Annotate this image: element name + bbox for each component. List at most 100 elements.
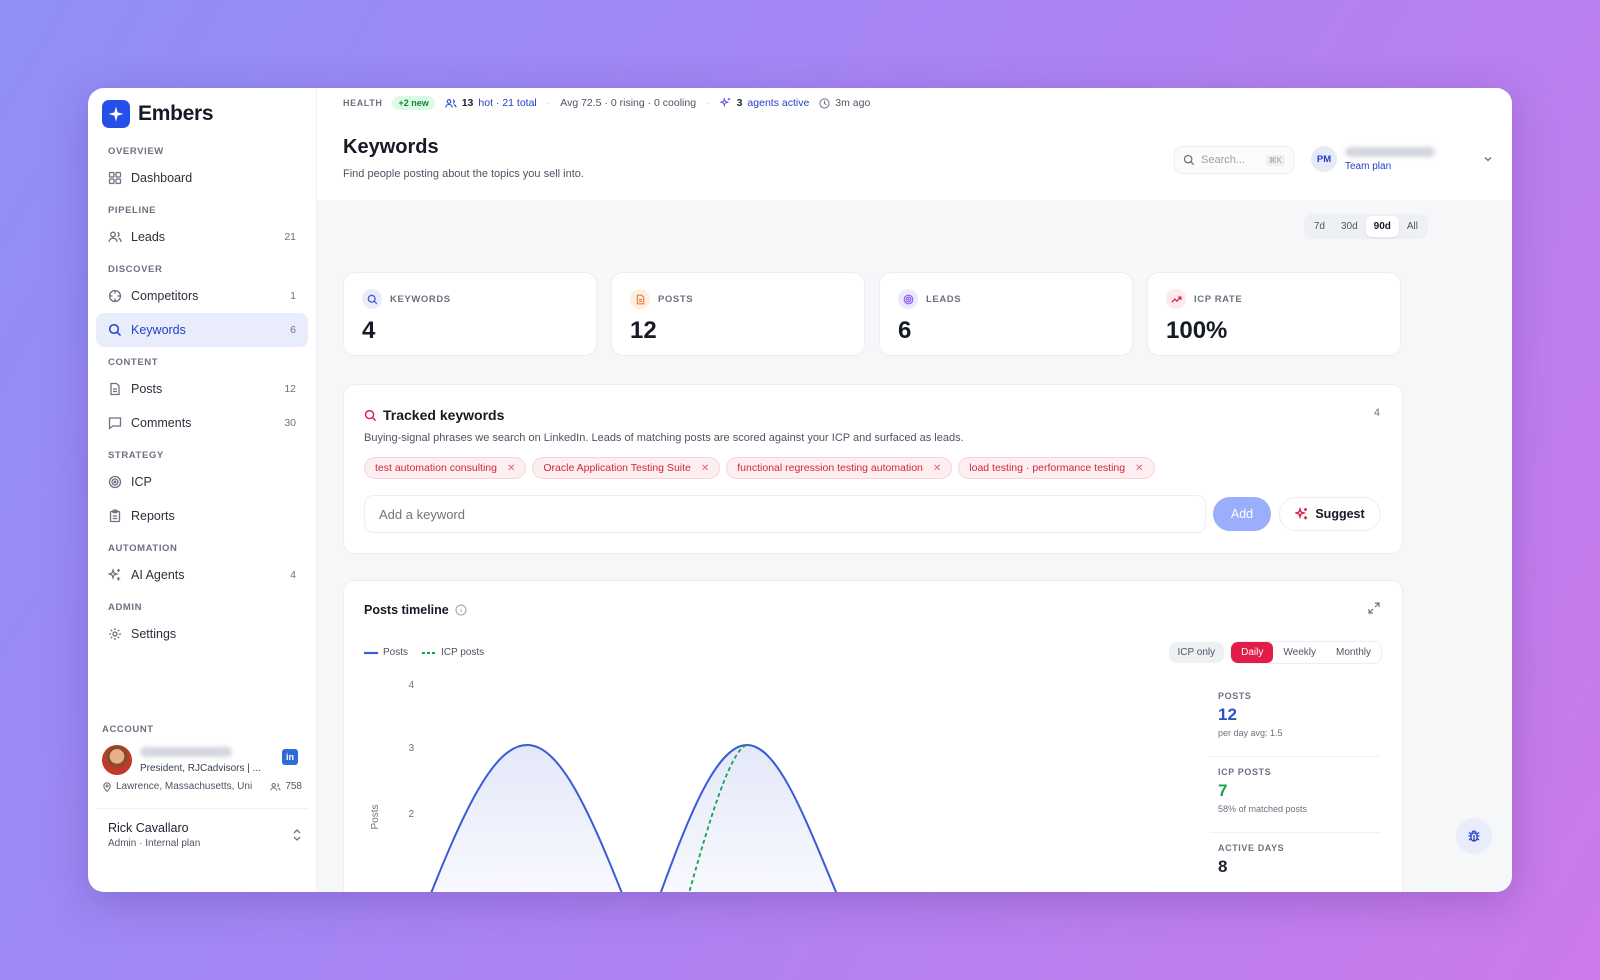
linked-profile[interactable]: President, RJCadvisors | ... in [96,735,308,775]
user-menu[interactable]: PM Team plan [1311,146,1493,172]
keyword-tag[interactable]: Oracle Application Testing Suite ✕ [532,457,721,479]
search-placeholder: Search... [1201,154,1246,166]
sparkles-icon [108,568,122,582]
section-overview: OVERVIEW [108,146,164,157]
user-switcher[interactable]: Rick Cavallaro Admin · Internal plan [96,808,308,849]
agents-text: agents active [747,97,810,109]
keyword-tag[interactable]: load testing · performance testing ✕ [958,457,1155,479]
chart-legend: Posts ICP posts [364,647,484,658]
brand-name: Embers [138,102,214,125]
legend-posts[interactable]: Posts [364,647,408,658]
sidebar-item-label: Competitors [131,289,199,303]
close-icon[interactable]: ✕ [507,463,515,474]
posts-area [431,745,622,892]
mode-monthly[interactable]: Monthly [1326,642,1381,663]
sidebar-item-count: 12 [284,383,296,395]
posts-timeline-card: Posts timeline Posts ICP posts ICP only … [343,580,1403,892]
range-option[interactable]: 7d [1306,216,1333,237]
sidebar-item-label: AI Agents [131,568,185,582]
close-icon[interactable]: ✕ [1135,463,1143,474]
suggest-button[interactable]: Suggest [1279,497,1381,531]
card-title: Posts timeline [364,603,467,617]
keyword-tag[interactable]: test automation consulting ✕ [364,457,527,479]
file-icon [108,382,122,396]
gear-icon [108,627,122,641]
keyword-tag[interactable]: functional regression testing automation… [726,457,953,479]
card-description: Buying-signal phrases we search on Linke… [364,432,964,444]
section-admin: ADMIN [108,602,143,613]
linkedin-icon[interactable]: in [282,749,298,765]
page-title: Keywords [343,136,439,158]
range-option[interactable]: All [1399,216,1426,237]
legend-icp-posts[interactable]: ICP posts [422,647,484,658]
stat-card-keywords: KEYWORDS 4 [343,272,597,356]
sidebar-item-keywords[interactable]: Keywords 6 [96,313,308,347]
mode-daily[interactable]: Daily [1231,642,1274,663]
stat-label: KEYWORDS [390,293,451,305]
keyword-count: 4 [1373,407,1380,419]
keyword-tag-label: functional regression testing automation [737,462,923,474]
range-option-selected[interactable]: 90d [1365,216,1399,237]
sidebar-item-dashboard[interactable]: Dashboard [96,161,308,195]
sidebar-item-comments[interactable]: Comments 30 [96,406,308,440]
add-keyword-button[interactable]: Add [1213,497,1271,531]
posts-area [660,745,836,892]
trend-up-icon [1166,289,1186,309]
sidebar-item-ai-agents[interactable]: AI Agents 4 [96,558,308,592]
search-input[interactable]: Search... ⌘K [1174,146,1294,174]
info-icon[interactable] [455,604,467,616]
score-summary: Avg 72.5 · 0 rising · 0 cooling [560,97,697,109]
health-bar: HEALTH +2 new 13 hot · 21 total · Avg 72… [317,88,1512,118]
stat-value: 6 [898,317,912,344]
target-icon [108,475,122,489]
sidebar-item-label: Dashboard [131,171,193,185]
target-icon [898,289,918,309]
summary-sub: per day avg: 1.5 [1218,728,1283,738]
sidebar-item-count: 4 [290,569,296,581]
keyword-tags: test automation consulting ✕ Oracle Appli… [364,457,1155,479]
y-tick-label: 3 [408,743,414,754]
hot-leads-stat[interactable]: 13 hot · 21 total [444,97,537,109]
keyword-input[interactable] [364,495,1206,533]
location-pin-icon [103,781,111,792]
new-badge: +2 new [392,96,435,110]
search-icon [108,323,122,337]
section-strategy: STRATEGY [108,450,164,461]
expand-icon[interactable] [1368,601,1380,619]
close-icon[interactable]: ✕ [933,463,941,474]
sidebar-item-label: Reports [131,509,175,523]
sidebar-item-icp[interactable]: ICP [96,465,308,499]
brand-logo-icon [102,100,130,128]
agents-stat[interactable]: 3 agents active [719,97,810,109]
summary-label: ACTIVE DAYS [1218,843,1285,853]
chevron-down-icon [1484,157,1492,162]
sidebar-item-posts[interactable]: Posts 12 [96,372,308,406]
summary-value: 7 [1218,781,1228,800]
sidebar-item-competitors[interactable]: Competitors 1 [96,279,308,313]
range-option[interactable]: 30d [1333,216,1366,237]
tracked-keywords-card: Tracked keywords 4 Buying-signal phrases… [343,384,1403,554]
sparkles-icon [1295,507,1308,520]
mode-weekly[interactable]: Weekly [1273,642,1326,663]
page-subtitle: Find people posting about the topics you… [343,168,584,180]
stat-label: LEADS [926,293,962,305]
brand[interactable]: Embers [96,100,308,128]
page-header: Keywords Find people posting about the t… [317,118,1512,200]
crosshair-icon [108,289,122,303]
sidebar-item-reports[interactable]: Reports [96,499,308,533]
sidebar-item-leads[interactable]: Leads 21 [96,220,308,254]
sidebar-item-settings[interactable]: Settings [96,617,308,651]
sidebar-item-count: 6 [290,324,296,336]
icp-only-toggle[interactable]: ICP only [1168,642,1225,663]
stat-value: 4 [362,317,376,344]
sidebar-item-label: Posts [131,382,163,396]
close-icon[interactable]: ✕ [701,463,709,474]
card-title-text: Tracked keywords [383,407,505,423]
profile-location: Lawrence, Massachusetts, Uni [116,781,253,792]
section-automation: AUTOMATION [108,543,178,554]
agents-count: 3 [736,97,743,109]
bug-report-button[interactable] [1456,818,1492,854]
file-icon [630,289,650,309]
hot-count: 13 [461,97,474,109]
app-window: Embers OVERVIEW Dashboard PIPELINE Leads… [88,88,1512,892]
